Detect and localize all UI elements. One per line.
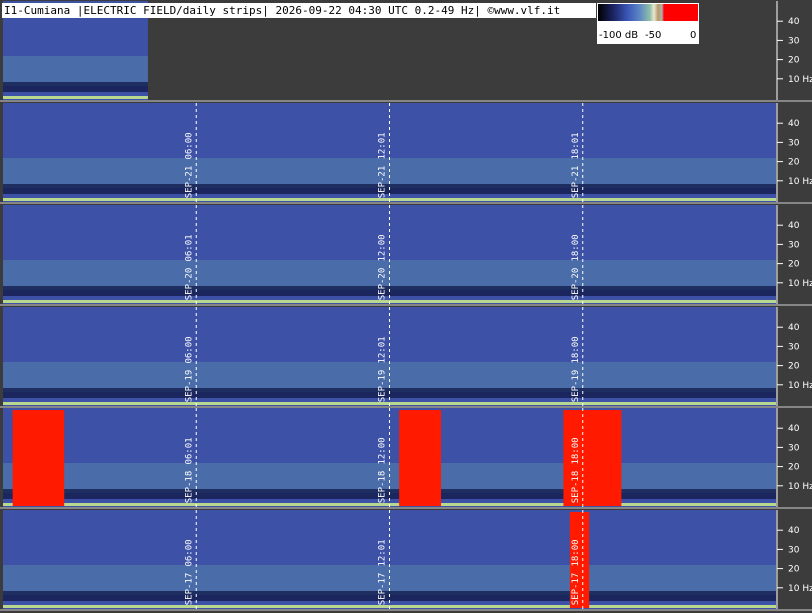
frequency-tick-label: 30 <box>788 240 800 250</box>
time-marker-label: 12:01 <box>378 539 388 566</box>
colorbar-legend: -100 dB -50 0 <box>597 3 699 44</box>
frequency-tick-label: 20 <box>788 463 800 473</box>
date-label: SEP-20 <box>184 268 194 301</box>
time-marker-label: 18:01 <box>571 132 581 159</box>
colorbar-label-mid: -50 <box>645 30 662 41</box>
date-label: SEP-19 <box>184 370 194 403</box>
frequency-tick-label: 30 <box>788 342 800 352</box>
date-label: SEP-21 <box>571 166 581 199</box>
colorbar-label-min: -100 dB <box>599 30 639 41</box>
time-marker-label: 12:00 <box>378 234 388 261</box>
colorbar-gradient <box>598 4 698 21</box>
date-label: SEP-19 <box>378 370 388 403</box>
frequency-tick-label: 30 <box>788 545 800 555</box>
time-marker-label: 18:00 <box>571 539 581 566</box>
frequency-tick-label: 10 Hz <box>788 584 812 594</box>
activity-burst <box>12 410 65 506</box>
frequency-tick-label: 30 <box>788 443 800 453</box>
date-label: SEP-21 <box>378 166 388 199</box>
frequency-tick-label: 10 Hz <box>788 381 812 391</box>
time-marker-label: 18:00 <box>571 336 581 363</box>
frequency-tick-label: 20 <box>788 260 800 270</box>
date-label: SEP-17 <box>571 573 581 606</box>
frequency-tick-label: 40 <box>788 221 800 231</box>
colorbar-label-max: 0 <box>690 30 697 41</box>
frequency-tick-label: 20 <box>788 56 800 66</box>
frequency-tick-label: 10 Hz <box>788 482 812 492</box>
date-label: SEP-19 <box>571 370 581 403</box>
time-marker-label: 12:00 <box>378 437 388 464</box>
time-marker-label: 06:01 <box>184 234 194 261</box>
time-marker-label: 06:01 <box>184 437 194 464</box>
frequency-tick-label: 30 <box>788 138 800 148</box>
frequency-tick-label: 40 <box>788 424 800 434</box>
frequency-tick-label: 40 <box>788 323 800 333</box>
time-marker-label: 18:00 <box>571 437 581 464</box>
time-marker-label: 12:01 <box>378 132 388 159</box>
strip-lowband <box>3 56 148 86</box>
strip-dark-band <box>3 82 148 92</box>
strip-baseline <box>3 96 148 99</box>
frequency-tick-label: 10 Hz <box>788 279 812 289</box>
date-label: SEP-17 <box>378 573 388 606</box>
frequency-tick-label: 40 <box>788 526 800 536</box>
time-marker-label: 06:00 <box>184 132 194 159</box>
frequency-tick-label: 10 Hz <box>788 75 812 85</box>
frequency-tick-label: 20 <box>788 362 800 372</box>
frequency-tick-label: 40 <box>788 17 800 27</box>
frequency-tick-label: 20 <box>788 158 800 168</box>
date-label: SEP-17 <box>184 573 194 606</box>
time-marker-label: 18:00 <box>571 234 581 261</box>
frequency-tick-label: 10 Hz <box>788 177 812 187</box>
activity-burst <box>399 410 442 506</box>
date-label: SEP-18 <box>378 471 388 504</box>
frequency-tick-label: 30 <box>788 36 800 46</box>
frequency-tick-label: 40 <box>788 119 800 129</box>
page-title: I1-Cumiana |ELECTRIC FIELD/daily strips|… <box>2 3 596 18</box>
frequency-tick-label: 20 <box>788 565 800 575</box>
date-label: SEP-21 <box>184 166 194 199</box>
date-label: SEP-20 <box>378 268 388 301</box>
time-marker-label: 06:00 <box>184 336 194 363</box>
time-marker-label: 06:00 <box>184 539 194 566</box>
date-label: SEP-18 <box>571 471 581 504</box>
time-marker-label: 12:01 <box>378 336 388 363</box>
date-label: SEP-18 <box>184 471 194 504</box>
date-label: SEP-20 <box>571 268 581 301</box>
spectrogram-chart: 40 30 20 10 Hz 06:00 SEP-21 12:01 SEP-21 18:01 SE… <box>0 0 812 613</box>
